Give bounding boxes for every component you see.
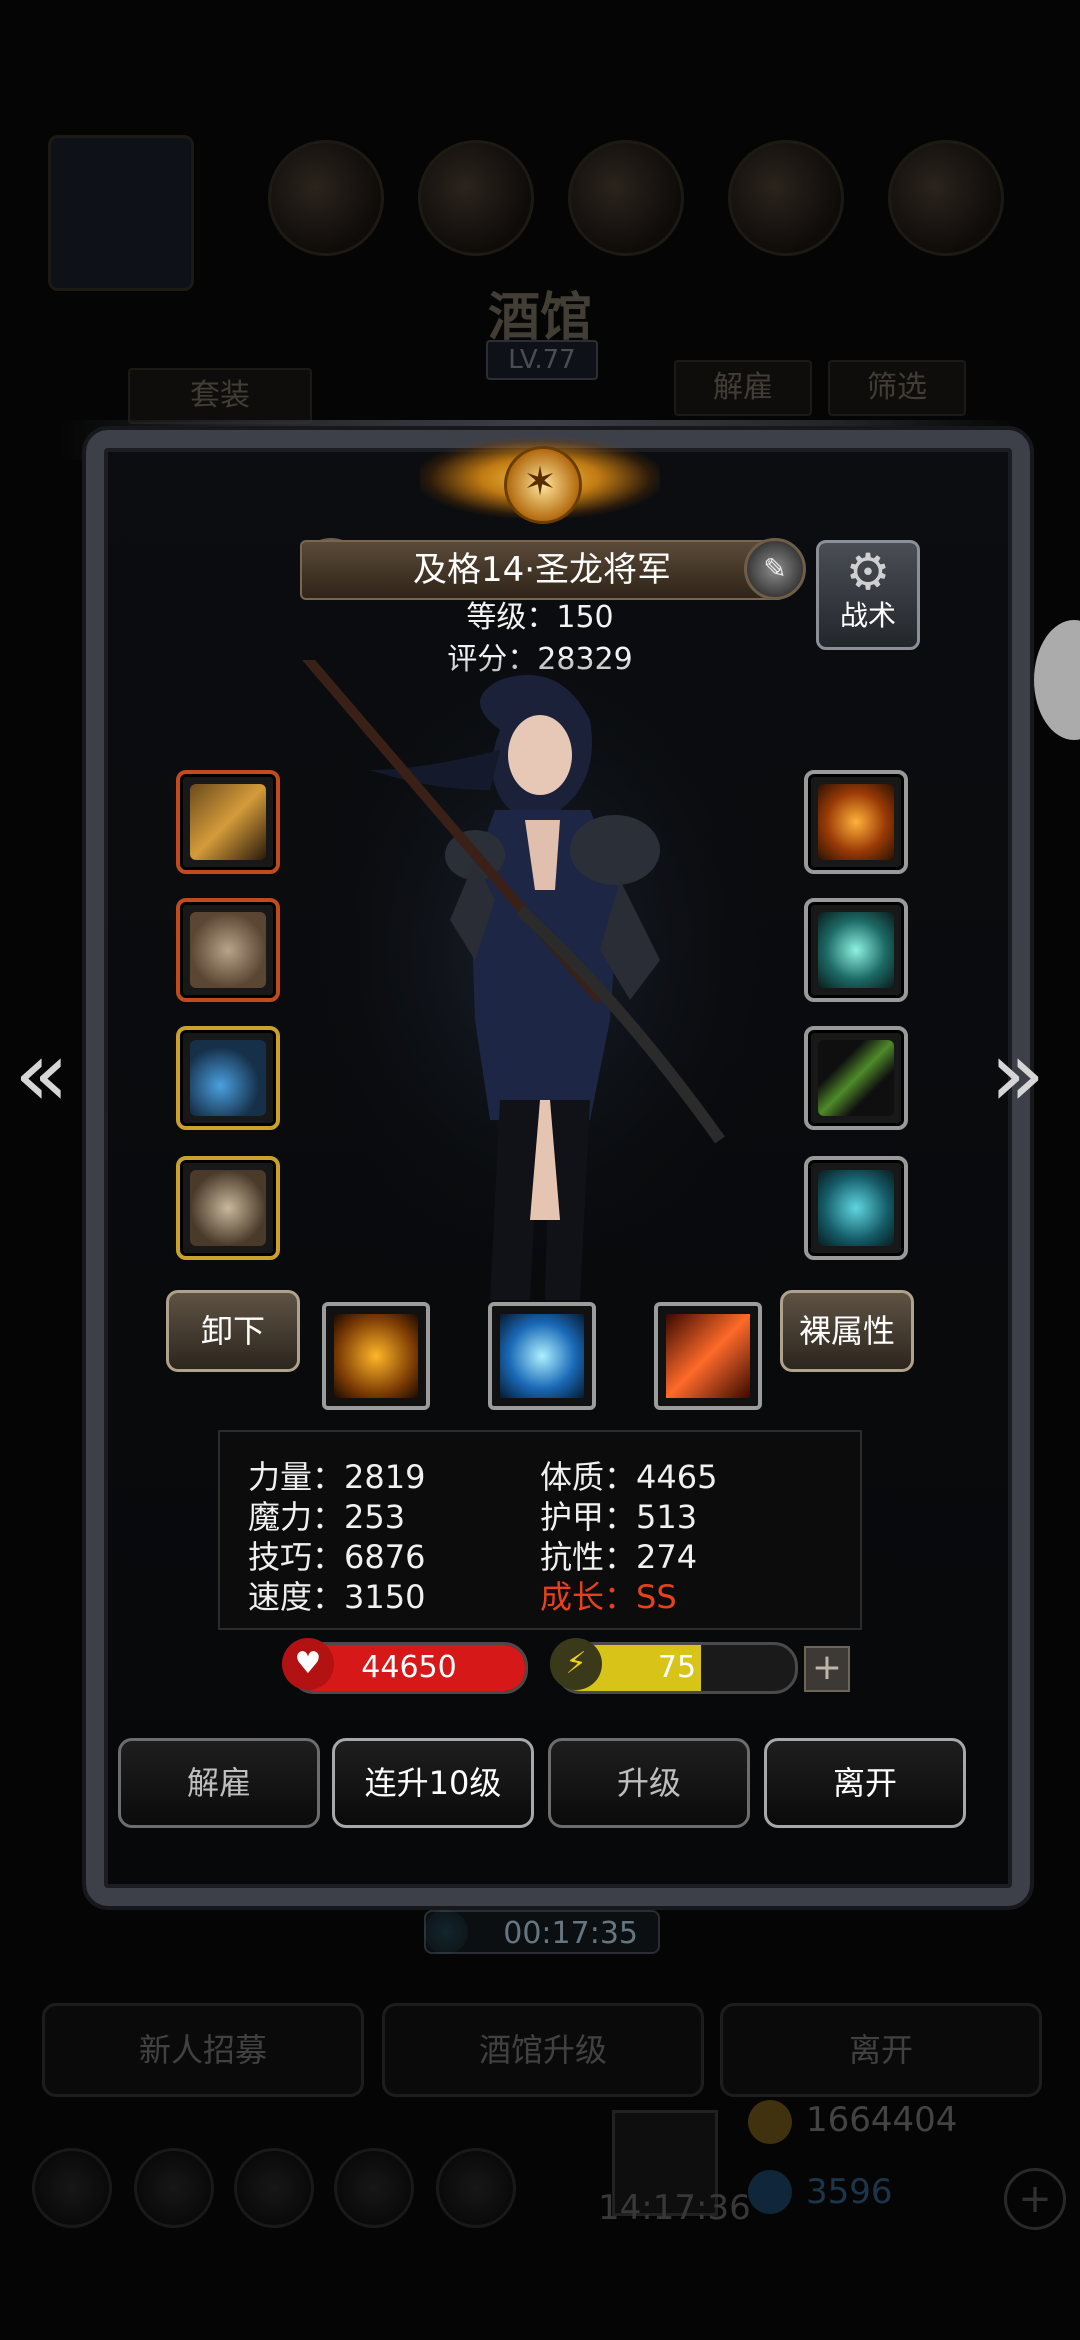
gold-amount: 1664404 — [806, 2100, 958, 2140]
resource-icon — [568, 140, 684, 256]
tactics-label: 战术 — [839, 599, 896, 632]
tavern-level: LV.77 — [486, 340, 598, 380]
tavern-upgrade-button: 酒馆升级 — [382, 2003, 704, 2097]
equip-slot-charm[interactable] — [176, 1156, 280, 1260]
leave-button[interactable]: 离开 — [764, 1738, 966, 1828]
tavern-title: 酒馆 — [487, 287, 592, 348]
dismiss-button[interactable]: 解雇 — [118, 1738, 320, 1828]
equip-slot-staff[interactable] — [804, 1026, 908, 1130]
resource-icon — [268, 140, 384, 256]
avatar-slot-icon — [48, 135, 194, 291]
menu-icon — [134, 2148, 214, 2228]
upgrade-button[interactable]: 升级 — [548, 1738, 750, 1828]
next-hero-arrow-icon[interactable]: » — [990, 1030, 1045, 1120]
sword-icon — [190, 784, 266, 860]
necklace-icon — [190, 1040, 266, 1116]
shield-charm-icon — [190, 1170, 266, 1246]
gear-icon: ⚙ — [845, 543, 891, 601]
edit-icon[interactable]: ✎ — [744, 538, 806, 600]
add-icon: + — [1004, 2168, 1066, 2230]
menu-icon — [32, 2148, 112, 2228]
hero-name: 及格14·圣龙将军 — [300, 540, 784, 600]
resource-icon — [888, 140, 1004, 256]
star-icon: ✶ — [523, 459, 557, 505]
skill-slot-3[interactable] — [654, 1302, 762, 1410]
equip-slot-gem[interactable] — [804, 1156, 908, 1260]
stat-speed: 速度：3150 — [248, 1578, 426, 1616]
equip-slot-weapon[interactable] — [176, 770, 280, 874]
equip-slot-ring[interactable] — [804, 770, 908, 874]
resource-icon — [728, 140, 844, 256]
menu-icon — [234, 2148, 314, 2228]
equip-slot-necklace[interactable] — [176, 1026, 280, 1130]
crystal-icon — [818, 912, 894, 988]
recruit-button: 新人招募 — [42, 2003, 364, 2097]
shield-skill-icon — [334, 1314, 418, 1398]
heart-icon: ♥ — [282, 1638, 334, 1690]
previous-hero-arrow-icon[interactable]: « — [14, 1030, 69, 1120]
add-energy-button[interactable]: + — [804, 1646, 850, 1692]
skill-slot-1[interactable] — [322, 1302, 430, 1410]
suit-button: 套装 — [128, 368, 312, 424]
unequip-button[interactable]: 卸下 — [166, 1290, 300, 1372]
eye-skill-icon — [500, 1314, 584, 1398]
menu-icon — [334, 2148, 414, 2228]
fire-ring-icon — [818, 784, 894, 860]
bare-stats-button[interactable]: 裸属性 — [780, 1290, 914, 1372]
hero-portrait — [236, 576, 780, 1300]
gem-currency-icon — [748, 2170, 792, 2214]
equip-slot-crystal[interactable] — [804, 898, 908, 1002]
menu-icon — [436, 2148, 516, 2228]
staff-icon — [818, 1040, 894, 1116]
armor-icon — [190, 912, 266, 988]
upgrade-10-button[interactable]: 连升10级 — [332, 1738, 534, 1828]
timer-text: 00:17:35 — [424, 1910, 660, 1954]
clock-text: 14:17:36 — [598, 2188, 751, 2228]
resource-icon — [418, 140, 534, 256]
equip-slot-armor[interactable] — [176, 898, 280, 1002]
bg-leave-button: 离开 — [720, 2003, 1042, 2097]
filter-button: 筛选 — [828, 360, 966, 416]
gold-coin-icon — [748, 2100, 792, 2144]
slash-skill-icon — [666, 1314, 750, 1398]
gem-amount: 3596 — [806, 2172, 893, 2212]
gem-icon — [818, 1170, 894, 1246]
skill-slot-2[interactable] — [488, 1302, 596, 1410]
tactics-button[interactable]: ⚙ 战术 — [816, 540, 920, 650]
bg-dismiss-button: 解雇 — [674, 360, 812, 416]
stat-growth: 成长：SS — [540, 1578, 677, 1616]
lightning-icon: ⚡ — [550, 1638, 602, 1690]
